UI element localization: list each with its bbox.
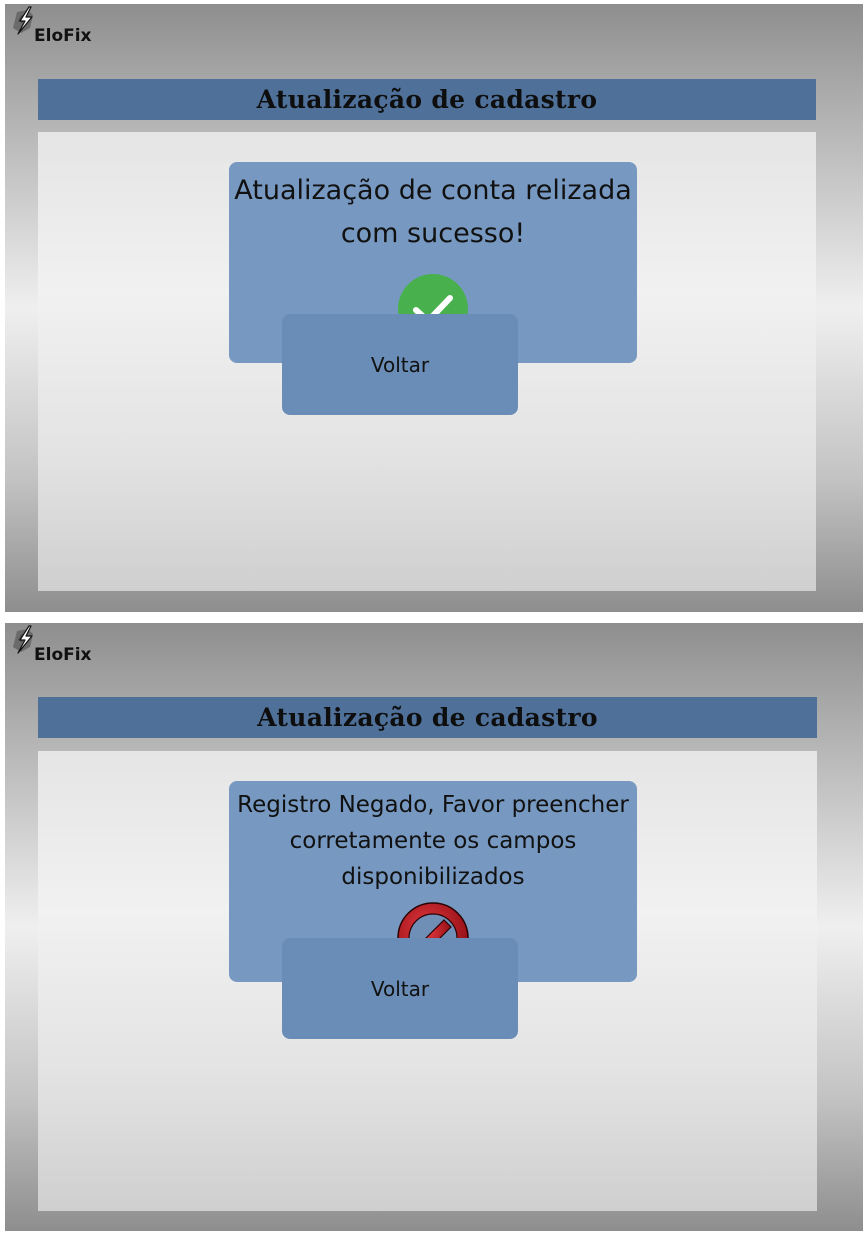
success-message: Atualização de conta relizada com sucess…: [234, 175, 632, 249]
page-title: Atualização de cadastro: [256, 85, 598, 114]
page-header: Atualização de cadastro: [38, 79, 816, 120]
success-screen: EloFix Atualização de cadastro Atualizaç…: [5, 4, 863, 612]
page-header: Atualização de cadastro: [38, 697, 817, 738]
voltar-button[interactable]: Voltar: [282, 938, 518, 1039]
error-screen: EloFix Atualização de cadastro Registro …: [5, 623, 863, 1231]
voltar-button[interactable]: Voltar: [282, 314, 518, 415]
page-title: Atualização de cadastro: [257, 703, 598, 732]
brand-name: EloFix: [34, 26, 92, 46]
brand-name: EloFix: [34, 645, 92, 665]
error-message: Registro Negado, Favor preencher correta…: [237, 792, 629, 890]
